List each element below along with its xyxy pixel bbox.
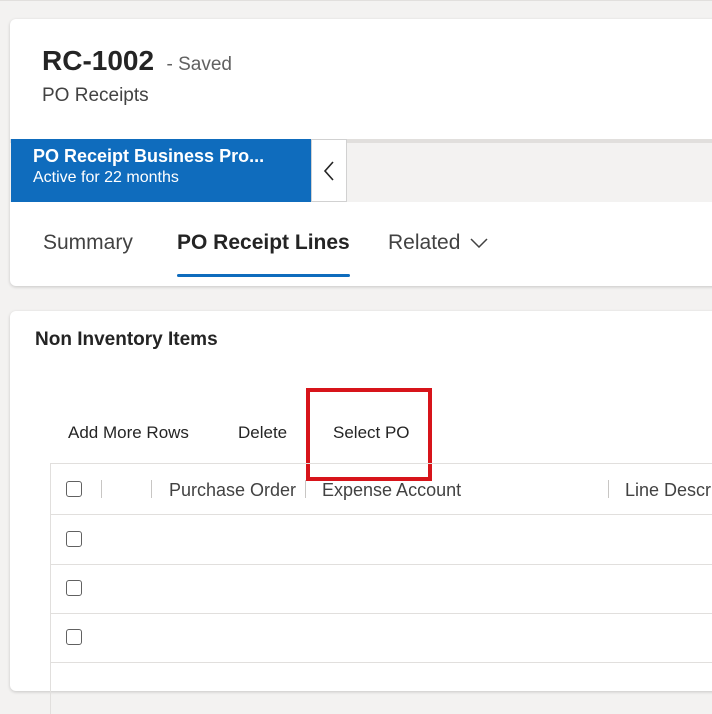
tab-po-receipt-lines-label: PO Receipt Lines: [177, 231, 350, 254]
row-checkbox[interactable]: [66, 580, 82, 596]
tab-po-receipt-lines[interactable]: PO Receipt Lines: [177, 227, 350, 277]
delete-button[interactable]: Delete: [238, 423, 287, 443]
entity-name: PO Receipts: [42, 85, 149, 106]
active-tab-indicator: [177, 274, 350, 277]
grid-header-row: Purchase Order Expense Account Line Desc…: [51, 464, 712, 515]
select-all-checkbox[interactable]: [66, 481, 82, 497]
column-separator[interactable]: [151, 480, 152, 498]
column-header-line-description[interactable]: Line Description: [625, 464, 712, 516]
column-separator[interactable]: [305, 480, 306, 498]
bpf-stage-duration: Active for 22 months: [33, 169, 179, 186]
add-more-rows-button[interactable]: Add More Rows: [68, 423, 189, 443]
column-header-expense-account[interactable]: Expense Account: [322, 464, 602, 516]
tab-summary[interactable]: Summary: [43, 227, 133, 277]
non-inventory-items-grid: Purchase Order Expense Account Line Desc…: [50, 463, 712, 714]
row-checkbox[interactable]: [66, 629, 82, 645]
table-row[interactable]: [51, 515, 712, 565]
section-title: Non Inventory Items: [35, 329, 218, 350]
column-separator[interactable]: [608, 480, 609, 498]
row-checkbox[interactable]: [66, 531, 82, 547]
save-status: - Saved: [166, 54, 232, 75]
tab-related[interactable]: Related: [388, 227, 488, 277]
column-separator[interactable]: [101, 480, 102, 498]
chevron-down-icon: [470, 238, 488, 248]
record-header-card: RC-1002 - Saved PO Receipts PO Receipt B…: [10, 19, 712, 286]
tab-related-label: Related: [388, 231, 461, 254]
non-inventory-items-section: Non Inventory Items Add More Rows Delete…: [10, 311, 712, 714]
bpf-stage-name: PO Receipt Business Pro...: [33, 146, 265, 166]
record-title: RC-1002: [42, 45, 155, 76]
bpf-collapse-button[interactable]: [311, 139, 347, 202]
tab-summary-label: Summary: [43, 231, 133, 254]
title-row: RC-1002 - Saved: [42, 45, 232, 77]
table-row[interactable]: [51, 613, 712, 663]
bpf-active-stage[interactable]: PO Receipt Business Pro... Active for 22…: [11, 139, 311, 202]
chevron-left-icon: [323, 160, 334, 181]
table-row[interactable]: [51, 564, 712, 614]
column-header-purchase-order[interactable]: Purchase Order: [169, 464, 304, 516]
top-divider: [0, 0, 712, 1]
